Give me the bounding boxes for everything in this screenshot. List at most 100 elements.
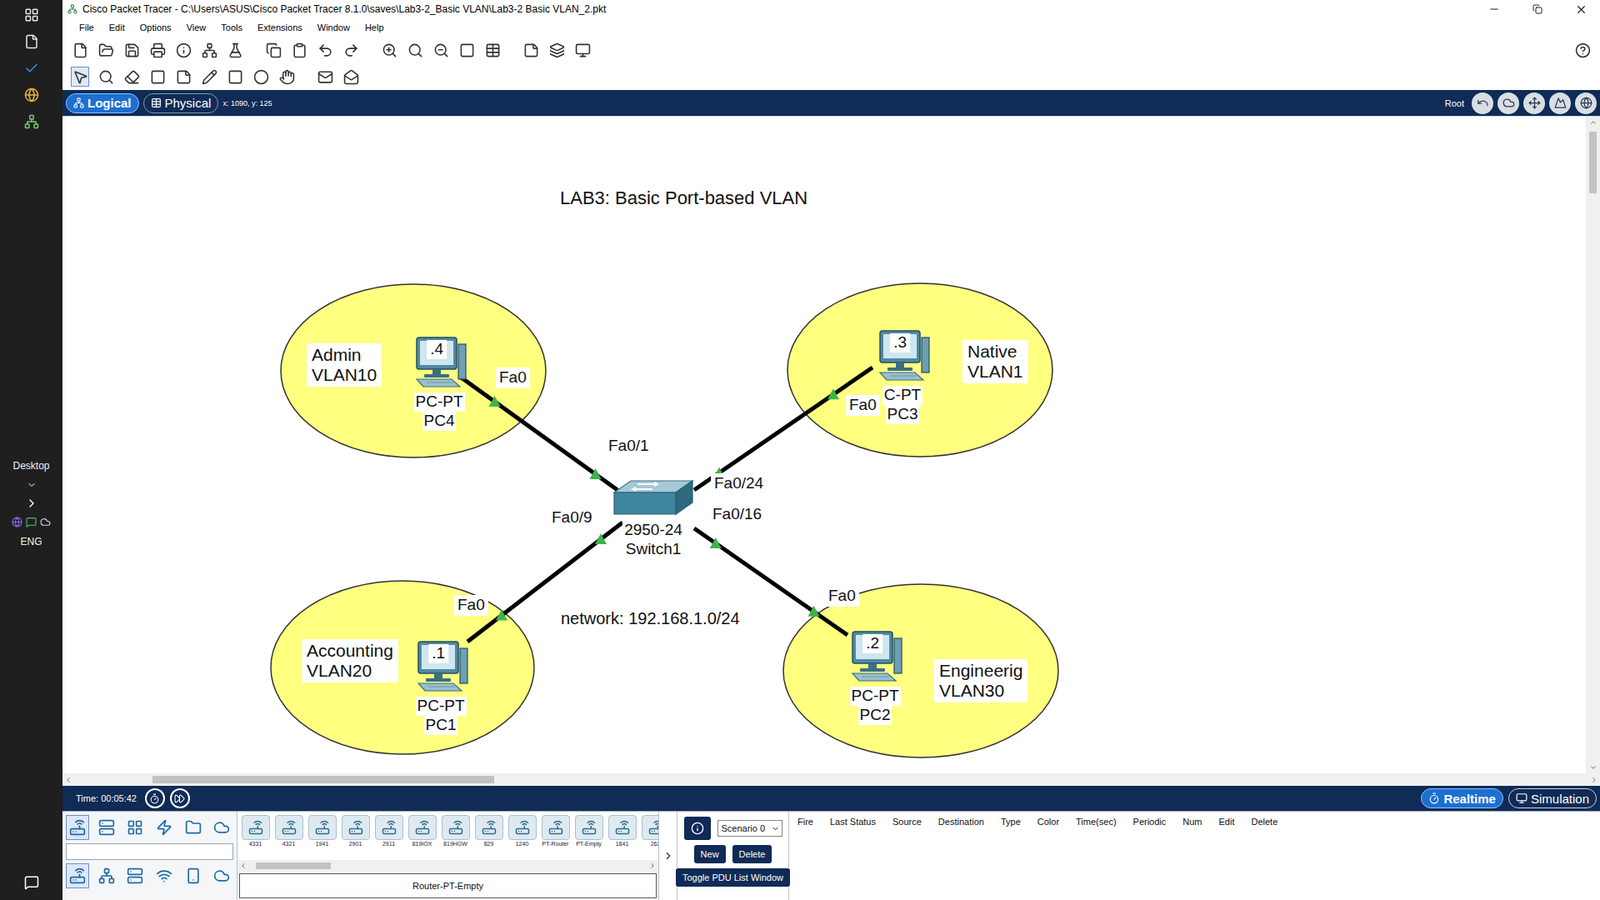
fast-forward-button[interactable]	[170, 788, 190, 809]
network-note[interactable]: network: 192.168.1.0/24	[557, 607, 744, 630]
vlan-area[interactable]	[280, 284, 546, 458]
device-tile[interactable]: 2901	[340, 815, 371, 860]
taskbar-app[interactable]	[13, 31, 50, 52]
device-tile[interactable]: 1240	[506, 815, 538, 860]
vlan-area[interactable]	[787, 283, 1053, 457]
resize-button[interactable]	[148, 66, 167, 87]
minimize-button[interactable]	[1475, 0, 1514, 19]
menu-item[interactable]: Help	[365, 22, 385, 33]
horizontal-scrollbar[interactable]	[62, 773, 1600, 786]
undo-button[interactable]	[315, 40, 335, 60]
help-button[interactable]	[1573, 40, 1592, 60]
new-button[interactable]	[70, 40, 90, 60]
category-button[interactable]	[152, 815, 176, 840]
vlan-area[interactable]	[783, 584, 1059, 758]
cluster-button[interactable]	[1497, 92, 1520, 115]
pdu-column-header[interactable]: Edit	[1219, 816, 1235, 827]
pdu-column-header[interactable]: Periodic	[1133, 816, 1167, 827]
simple-pdu-button[interactable]	[315, 66, 335, 87]
activity-button[interactable]	[225, 40, 245, 60]
sim-mode-tab[interactable]: Realtime	[1420, 788, 1504, 809]
pdu-column-header[interactable]: Num	[1182, 816, 1202, 827]
menu-item[interactable]: Window	[317, 22, 350, 33]
menu-item[interactable]: File	[79, 22, 95, 33]
scenario-info-button[interactable]	[684, 816, 711, 840]
category-button[interactable]	[123, 815, 147, 840]
device-tile[interactable]: 262	[640, 815, 659, 860]
viewport-button[interactable]	[573, 40, 592, 60]
menu-item[interactable]: View	[186, 22, 207, 33]
category-button[interactable]	[181, 815, 205, 840]
pdu-column-header[interactable]: Delete	[1251, 816, 1279, 827]
pdu-column-header[interactable]: Source	[892, 816, 922, 827]
scenario-select[interactable]: Scenario 0	[717, 820, 783, 837]
language-indicator[interactable]: ENG	[20, 534, 42, 550]
viewport-button[interactable]	[1575, 92, 1597, 115]
save-button[interactable]	[122, 40, 141, 60]
device-tile[interactable]: 4331	[240, 815, 271, 860]
desktop-label[interactable]: Desktop	[12, 458, 50, 474]
subcategory-button[interactable]	[210, 863, 234, 889]
draw-ellipse-button[interactable]	[251, 66, 270, 87]
zoom-in-button[interactable]	[380, 40, 399, 60]
place-note-button[interactable]	[174, 66, 193, 87]
info-button[interactable]	[174, 40, 193, 60]
menu-item[interactable]: Edit	[109, 22, 125, 33]
vertical-scrollbar[interactable]	[1585, 116, 1600, 774]
open-button[interactable]	[96, 40, 115, 60]
subcategory-button[interactable]	[95, 863, 119, 889]
copy-button[interactable]	[264, 40, 283, 60]
start-button[interactable]	[13, 5, 50, 25]
scroll-thumb[interactable]	[255, 862, 331, 870]
area-label[interactable]: AccountingVLAN20	[301, 639, 399, 683]
diagram-title[interactable]: LAB3: Basic Port-based VLAN	[556, 186, 811, 210]
logical-canvas[interactable]: LAB3: Basic Port-based VLAN network: 192.…	[62, 116, 1586, 774]
inspect-button[interactable]	[96, 66, 115, 87]
scroll-thumb[interactable]	[152, 775, 495, 784]
custom-devices-button[interactable]	[483, 40, 502, 60]
complex-pdu-button[interactable]	[341, 66, 360, 87]
menu-item[interactable]: Options	[140, 22, 172, 33]
workspace-tab[interactable]: Logical	[65, 93, 140, 114]
delete-button[interactable]	[122, 66, 141, 87]
device-tile[interactable]: 1941	[306, 815, 338, 860]
taskbar-app[interactable]	[13, 85, 50, 105]
workspace-tab[interactable]: Physical	[143, 93, 220, 114]
device-tile[interactable]: PT-Empty	[573, 815, 605, 860]
draw-line-button[interactable]	[200, 66, 219, 87]
wizard-button[interactable]	[200, 40, 219, 60]
redo-button[interactable]	[341, 40, 360, 60]
device-tile[interactable]: 2911	[373, 815, 405, 860]
collapse-button[interactable]	[659, 811, 678, 900]
pdu-column-header[interactable]: Destination	[938, 816, 985, 827]
device-tile[interactable]: 819HGW	[440, 815, 471, 860]
notes-button[interactable]	[521, 40, 540, 60]
link[interactable]	[460, 376, 618, 490]
pc-node[interactable]: .4PC-PTPC4	[389, 335, 490, 431]
vlan-area[interactable]	[270, 580, 535, 755]
device-tile[interactable]: 1841	[606, 815, 638, 860]
scenario-button[interactable]: New	[694, 845, 726, 864]
area-label[interactable]: AdminVLAN10	[306, 343, 382, 387]
drawing-palette-button[interactable]	[457, 40, 476, 60]
back-button[interactable]	[1471, 92, 1494, 115]
category-button[interactable]	[210, 815, 234, 840]
sim-mode-tab[interactable]: Simulation	[1508, 788, 1597, 809]
device-list-scrollbar[interactable]	[237, 860, 659, 872]
pdu-column-header[interactable]: Color	[1037, 816, 1060, 827]
device-tile[interactable]: 819IOX	[406, 815, 438, 860]
freeform-button[interactable]	[277, 66, 296, 87]
power-cycle-button[interactable]	[145, 788, 165, 809]
area-label[interactable]: EngineerigVLAN30	[934, 659, 1028, 703]
taskbar-app[interactable]	[13, 58, 50, 79]
device-tile[interactable]: 4321	[273, 815, 305, 860]
restore-button[interactable]	[1518, 0, 1557, 19]
category-search-field[interactable]	[65, 843, 234, 860]
taskbar-app[interactable]	[13, 111, 50, 132]
area-label[interactable]: NativeVLAN1	[962, 340, 1029, 384]
menu-item[interactable]: Extensions	[257, 22, 303, 33]
select-button[interactable]	[70, 66, 90, 87]
subcategory-button[interactable]	[123, 863, 147, 889]
pc-node[interactable]: .1PC-PTPC1	[390, 640, 491, 735]
menu-item[interactable]: Tools	[220, 22, 243, 33]
